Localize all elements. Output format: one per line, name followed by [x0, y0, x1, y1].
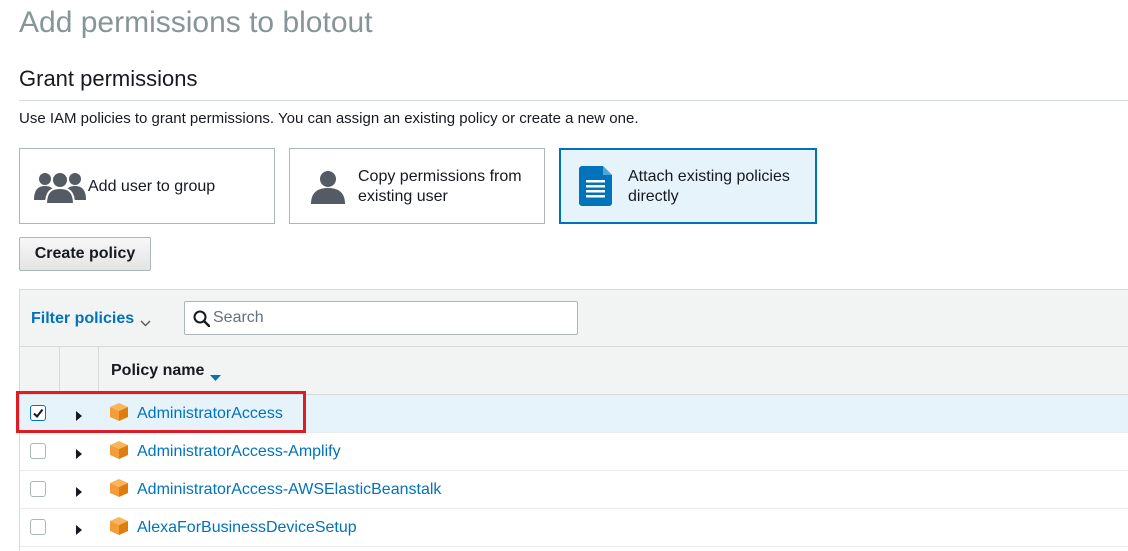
expand-caret-icon[interactable] [76, 484, 82, 502]
option-label-line1: Copy permissions from [358, 168, 522, 185]
policies-table: Filter policies Policy name [19, 289, 1128, 551]
policy-name-link[interactable]: AdministratorAccess-AWSElasticBeanstalk [137, 480, 441, 500]
sort-descending-icon[interactable] [210, 368, 221, 386]
table-row[interactable]: AlexaForBusinessDeviceSetup [20, 509, 1128, 547]
users-group-icon [34, 170, 86, 209]
table-row[interactable]: AdministratorAccess-AWSElasticBeanstalk [20, 471, 1128, 509]
search-icon [193, 310, 211, 332]
option-copy-permissions[interactable]: Copy permissions from existing user [289, 148, 545, 224]
expand-caret-icon[interactable] [76, 408, 82, 426]
expand-caret-icon[interactable] [76, 446, 82, 464]
policy-cube-icon [109, 516, 129, 541]
row-checkbox[interactable] [30, 405, 46, 421]
option-label: Add user to group [88, 178, 216, 195]
user-icon [310, 169, 346, 210]
option-label-line1: Attach existing policies [628, 168, 790, 185]
row-checkbox[interactable] [30, 443, 46, 459]
option-attach-existing-policies[interactable]: Attach existing policies directly [559, 148, 817, 224]
option-label-line2: existing user [358, 188, 448, 205]
filter-policies-dropdown[interactable]: Filter policies [31, 309, 134, 329]
document-icon [579, 166, 615, 211]
option-label-line2: directly [628, 188, 679, 205]
search-input[interactable] [213, 303, 568, 333]
page-title: Add permissions to blotout [19, 6, 373, 39]
column-divider [98, 347, 99, 394]
option-add-user-to-group[interactable]: Add user to group [19, 148, 275, 224]
table-row[interactable]: AdministratorAccess-Amplify [20, 433, 1128, 471]
section-description: Use IAM policies to grant permissions. Y… [19, 110, 639, 127]
section-title: Grant permissions [19, 66, 198, 91]
section-divider [19, 100, 1128, 101]
row-checkbox[interactable] [30, 481, 46, 497]
policy-name-link[interactable]: AdministratorAccess [137, 404, 283, 424]
policy-cube-icon [109, 478, 129, 503]
create-policy-button[interactable]: Create policy [19, 237, 151, 271]
expand-caret-icon[interactable] [76, 522, 82, 540]
column-divider [59, 347, 60, 394]
search-box[interactable] [184, 301, 578, 335]
table-header-row: Policy name [20, 347, 1128, 395]
policy-name-link[interactable]: AlexaForBusinessDeviceSetup [137, 518, 357, 538]
table-row[interactable]: AdministratorAccess [20, 395, 1128, 433]
policy-name-link[interactable]: AdministratorAccess-Amplify [137, 442, 341, 462]
policy-cube-icon [109, 440, 129, 465]
chevron-down-icon[interactable] [140, 314, 151, 332]
filter-bar: Filter policies [20, 290, 1128, 347]
row-checkbox[interactable] [30, 519, 46, 535]
policy-cube-icon [109, 402, 129, 427]
column-header-policy-name[interactable]: Policy name [111, 361, 204, 381]
